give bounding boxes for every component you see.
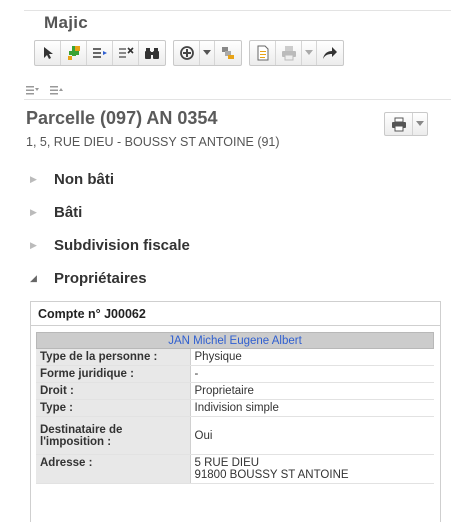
layers-icon[interactable] — [215, 41, 241, 65]
section-bati[interactable]: ▶ Bâti — [30, 204, 82, 221]
row-key: Forme juridique : — [36, 365, 191, 383]
section-proprietaires[interactable]: ◢ Propriétaires — [30, 270, 147, 287]
owner-account-panel: Compte n° J00062 JAN Michel Eugene Alber… — [30, 301, 441, 522]
list-add-icon[interactable] — [87, 41, 113, 65]
table-row: Droit : Proprietaire — [36, 382, 434, 400]
address-line-2: 91800 BOUSSY ST ANTOINE — [194, 469, 349, 481]
parcel-title: Parcelle (097) AN 0354 — [26, 108, 218, 128]
account-title: Compte n° J00062 — [31, 302, 440, 326]
table-row: Type : Indivision simple — [36, 399, 434, 417]
row-value: Indivision simple — [190, 399, 434, 417]
row-value: Oui — [190, 416, 434, 455]
row-value: Proprietaire — [190, 382, 434, 400]
printer-icon[interactable] — [385, 113, 414, 135]
row-value: Physique — [190, 349, 434, 366]
section-label: Subdivision fiscale — [54, 237, 190, 254]
chevron-down-icon[interactable] — [200, 41, 215, 65]
expand-collapse-controls — [26, 82, 64, 100]
chevron-right-icon: ▶ — [30, 207, 37, 217]
table-row: Adresse : 5 RUE DIEU 91800 BOUSSY ST ANT… — [36, 454, 434, 484]
top-divider — [24, 10, 451, 11]
owner-info-table: Type de la personne : Physique Forme jur… — [36, 349, 434, 484]
collapse-all-icon[interactable] — [50, 82, 64, 100]
row-key: Destinataire de l'imposition : — [36, 416, 191, 455]
target-icon[interactable] — [174, 41, 200, 65]
parcel-address: 1, 5, RUE DIEU - BOUSSY ST ANTOINE (91) — [26, 135, 280, 149]
owner-name[interactable]: JAN Michel Eugene Albert — [36, 332, 434, 349]
app-title: Majic — [44, 13, 89, 32]
chevron-right-icon: ▶ — [30, 174, 37, 184]
section-non-bati[interactable]: ▶ Non bâti — [30, 171, 114, 188]
section-label: Bâti — [54, 204, 83, 221]
address-line-1: 5 RUE DIEU — [194, 457, 260, 469]
section-label: Non bâti — [54, 171, 114, 188]
row-value: 5 RUE DIEU 91800 BOUSSY ST ANTOINE — [190, 454, 434, 484]
row-key: Adresse : — [36, 454, 191, 484]
row-value: - — [190, 365, 434, 383]
expand-all-icon[interactable] — [26, 82, 40, 100]
chevron-right-icon: ▶ — [30, 240, 37, 250]
owner-details: JAN Michel Eugene Albert Type de la pers… — [36, 332, 434, 484]
row-key: Droit : — [36, 382, 191, 400]
chevron-down-icon: ◢ — [30, 273, 37, 283]
table-row: Destinataire de l'imposition : Oui — [36, 416, 434, 455]
map-toolbar — [34, 40, 351, 66]
divider — [24, 99, 451, 100]
print-parcel-button[interactable] — [384, 112, 428, 136]
list-remove-icon[interactable] — [113, 41, 139, 65]
printer-icon[interactable] — [276, 41, 302, 65]
table-row: Forme juridique : - — [36, 365, 434, 383]
document-icon[interactable] — [250, 41, 276, 65]
section-subdivision-fiscale[interactable]: ▶ Subdivision fiscale — [30, 237, 190, 254]
toolbar-group-output — [249, 40, 344, 66]
toolbar-group-selection — [34, 40, 166, 66]
share-arrow-icon[interactable] — [317, 41, 343, 65]
binoculars-icon[interactable] — [139, 41, 165, 65]
chevron-down-icon[interactable] — [302, 41, 317, 65]
chevron-down-icon[interactable] — [413, 113, 427, 135]
row-key: Type de la personne : — [36, 349, 191, 366]
select-arrow-icon[interactable] — [35, 41, 61, 65]
table-row: Type de la personne : Physique — [36, 349, 434, 366]
section-label: Propriétaires — [54, 270, 147, 287]
toolbar-group-navigation — [173, 40, 242, 66]
row-key: Type : — [36, 399, 191, 417]
add-point-icon[interactable] — [61, 41, 87, 65]
